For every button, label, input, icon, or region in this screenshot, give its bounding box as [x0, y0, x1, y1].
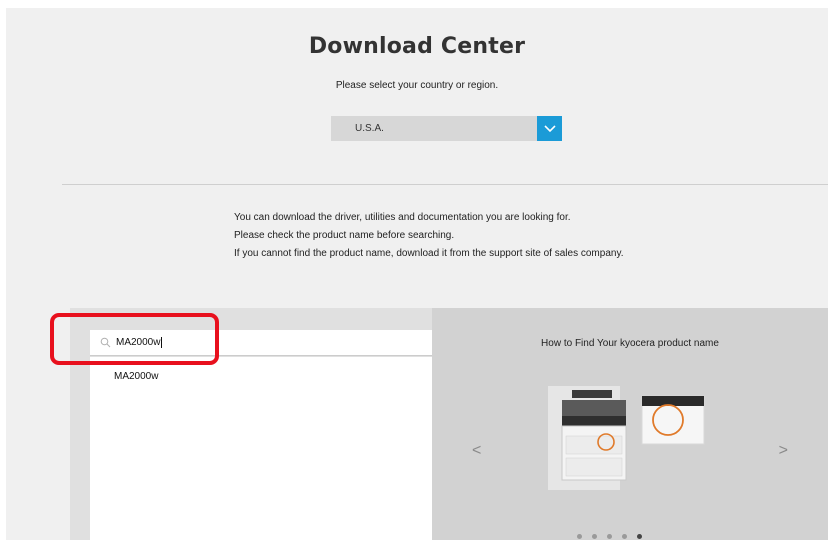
info-line: If you cannot find the product name, dow… [234, 248, 624, 259]
text-caret [161, 337, 163, 348]
carousel-dot[interactable] [592, 534, 597, 539]
carousel-dots [577, 534, 642, 539]
printer-illustration [548, 386, 705, 490]
info-text: You can download the driver, utilities a… [234, 209, 623, 263]
chevron-left-icon[interactable]: < [472, 442, 481, 460]
page-title: Download Center [308, 34, 526, 59]
carousel-dot[interactable] [577, 534, 582, 539]
search-suggestions: MA2000w [90, 357, 432, 540]
carousel-dot[interactable] [622, 534, 627, 539]
info-line: Please check the product name before sea… [234, 230, 455, 241]
chevron-down-icon[interactable] [537, 116, 562, 141]
search-input-value: MA2000w [116, 337, 163, 348]
search-panel: MA2000w MA2000w [70, 308, 432, 540]
help-title: How to Find Your kyocera product name [541, 338, 719, 349]
chevron-right-icon[interactable]: > [779, 442, 788, 460]
search-input-text: MA2000w [116, 337, 161, 348]
country-prompt: Please select your country or region. [335, 80, 499, 91]
info-line: You can download the driver, utilities a… [234, 212, 571, 223]
product-search-input[interactable]: MA2000w [90, 330, 432, 356]
country-select-value: U.S.A. [355, 123, 384, 134]
search-icon [94, 330, 116, 356]
country-select[interactable]: U.S.A. [331, 116, 562, 141]
suggestion-item[interactable]: MA2000w [90, 357, 432, 382]
help-carousel: How to Find Your kyocera product name < … [432, 308, 828, 540]
section-divider [62, 184, 828, 185]
carousel-dot-active[interactable] [637, 534, 642, 539]
download-center-page: Download Center Please select your count… [6, 8, 828, 540]
carousel-dot[interactable] [607, 534, 612, 539]
